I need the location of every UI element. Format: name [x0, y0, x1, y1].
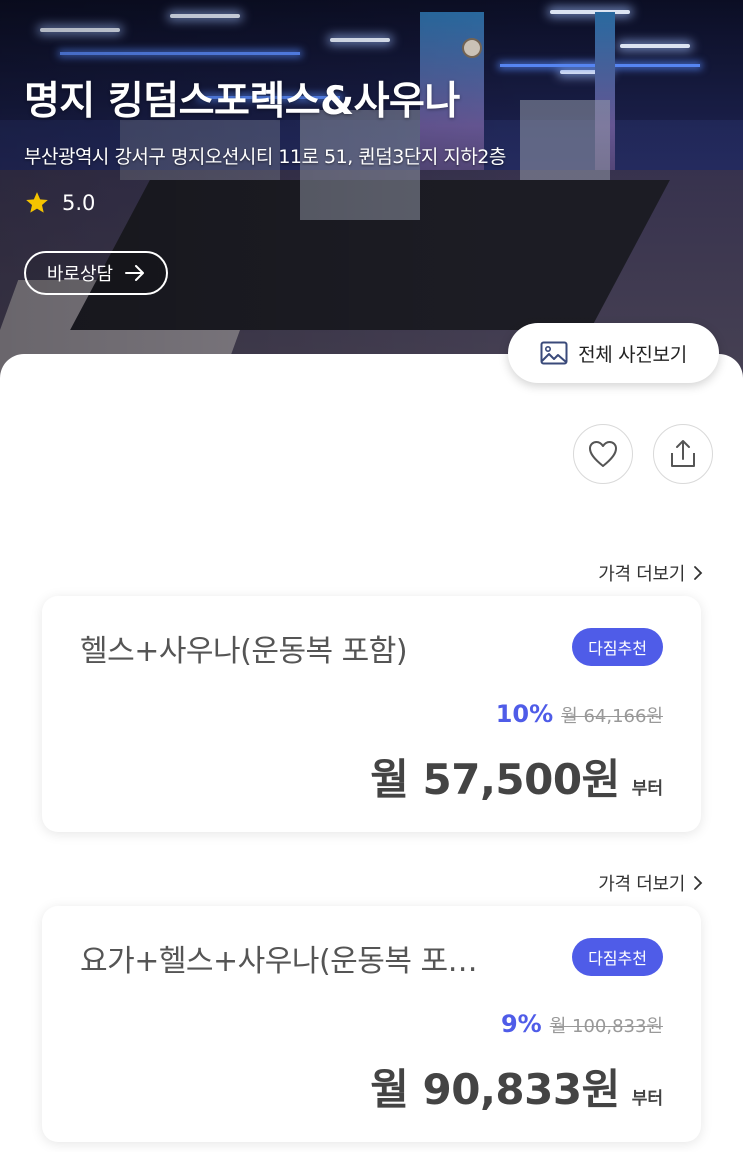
star-icon: [26, 192, 48, 213]
discount-row: 10% 월 64,166원: [496, 700, 663, 728]
view-all-photos-button[interactable]: 전체 사진보기: [508, 323, 719, 383]
final-price: 월 57,500원: [370, 755, 620, 804]
heart-icon: [589, 441, 617, 467]
final-price-row: 월 90,833원 부터: [370, 1056, 663, 1117]
final-price-row: 월 57,500원 부터: [370, 746, 663, 807]
share-icon: [671, 440, 695, 467]
discount-rate: 10%: [495, 700, 554, 728]
gym-address: 부산광역시 강서구 명지오션시티 11로 51, 퀸덤3단지 지하2층: [24, 146, 506, 168]
arrow-right-icon: [125, 265, 145, 281]
more-prices-link[interactable]: 가격 더보기: [598, 560, 703, 586]
rating: 5.0: [24, 190, 95, 216]
chevron-right-icon: [694, 876, 703, 890]
recommend-badge: 다짐추천: [572, 628, 663, 666]
plan-name: 요가+헬스+사우나(운동복 포…: [80, 944, 478, 979]
consult-label: 바로상담: [46, 264, 114, 285]
price-card[interactable]: 헬스+사우나(운동복 포함) 다짐추천 10% 월 64,166원 월 57,5…: [42, 596, 701, 832]
from-label: 부터: [631, 1089, 663, 1109]
rating-value: 5.0: [62, 191, 96, 215]
final-price: 월 90,833원: [370, 1065, 620, 1114]
discount-rate: 9%: [500, 1010, 542, 1038]
more-prices-label: 가격 더보기: [598, 564, 685, 585]
consult-button[interactable]: 바로상담: [24, 251, 168, 295]
chevron-right-icon: [694, 566, 703, 580]
discount-row: 9% 월 100,833원: [501, 1010, 663, 1038]
original-price: 월 100,833원: [549, 1016, 663, 1037]
favorite-button[interactable]: [573, 424, 633, 484]
recommend-badge: 다짐추천: [572, 938, 663, 976]
plan-name: 헬스+사우나(운동복 포함): [80, 634, 408, 669]
image-icon: [540, 341, 568, 365]
original-price: 월 64,166원: [561, 706, 663, 727]
more-prices-link[interactable]: 가격 더보기: [598, 870, 703, 896]
price-card[interactable]: 요가+헬스+사우나(운동복 포… 다짐추천 9% 월 100,833원 월 90…: [42, 906, 701, 1142]
share-button[interactable]: [653, 424, 713, 484]
more-prices-label: 가격 더보기: [598, 874, 685, 895]
view-all-photos-label: 전체 사진보기: [578, 343, 687, 366]
from-label: 부터: [631, 779, 663, 799]
gym-title: 명지 킹덤스포렉스&사우나: [24, 79, 460, 124]
